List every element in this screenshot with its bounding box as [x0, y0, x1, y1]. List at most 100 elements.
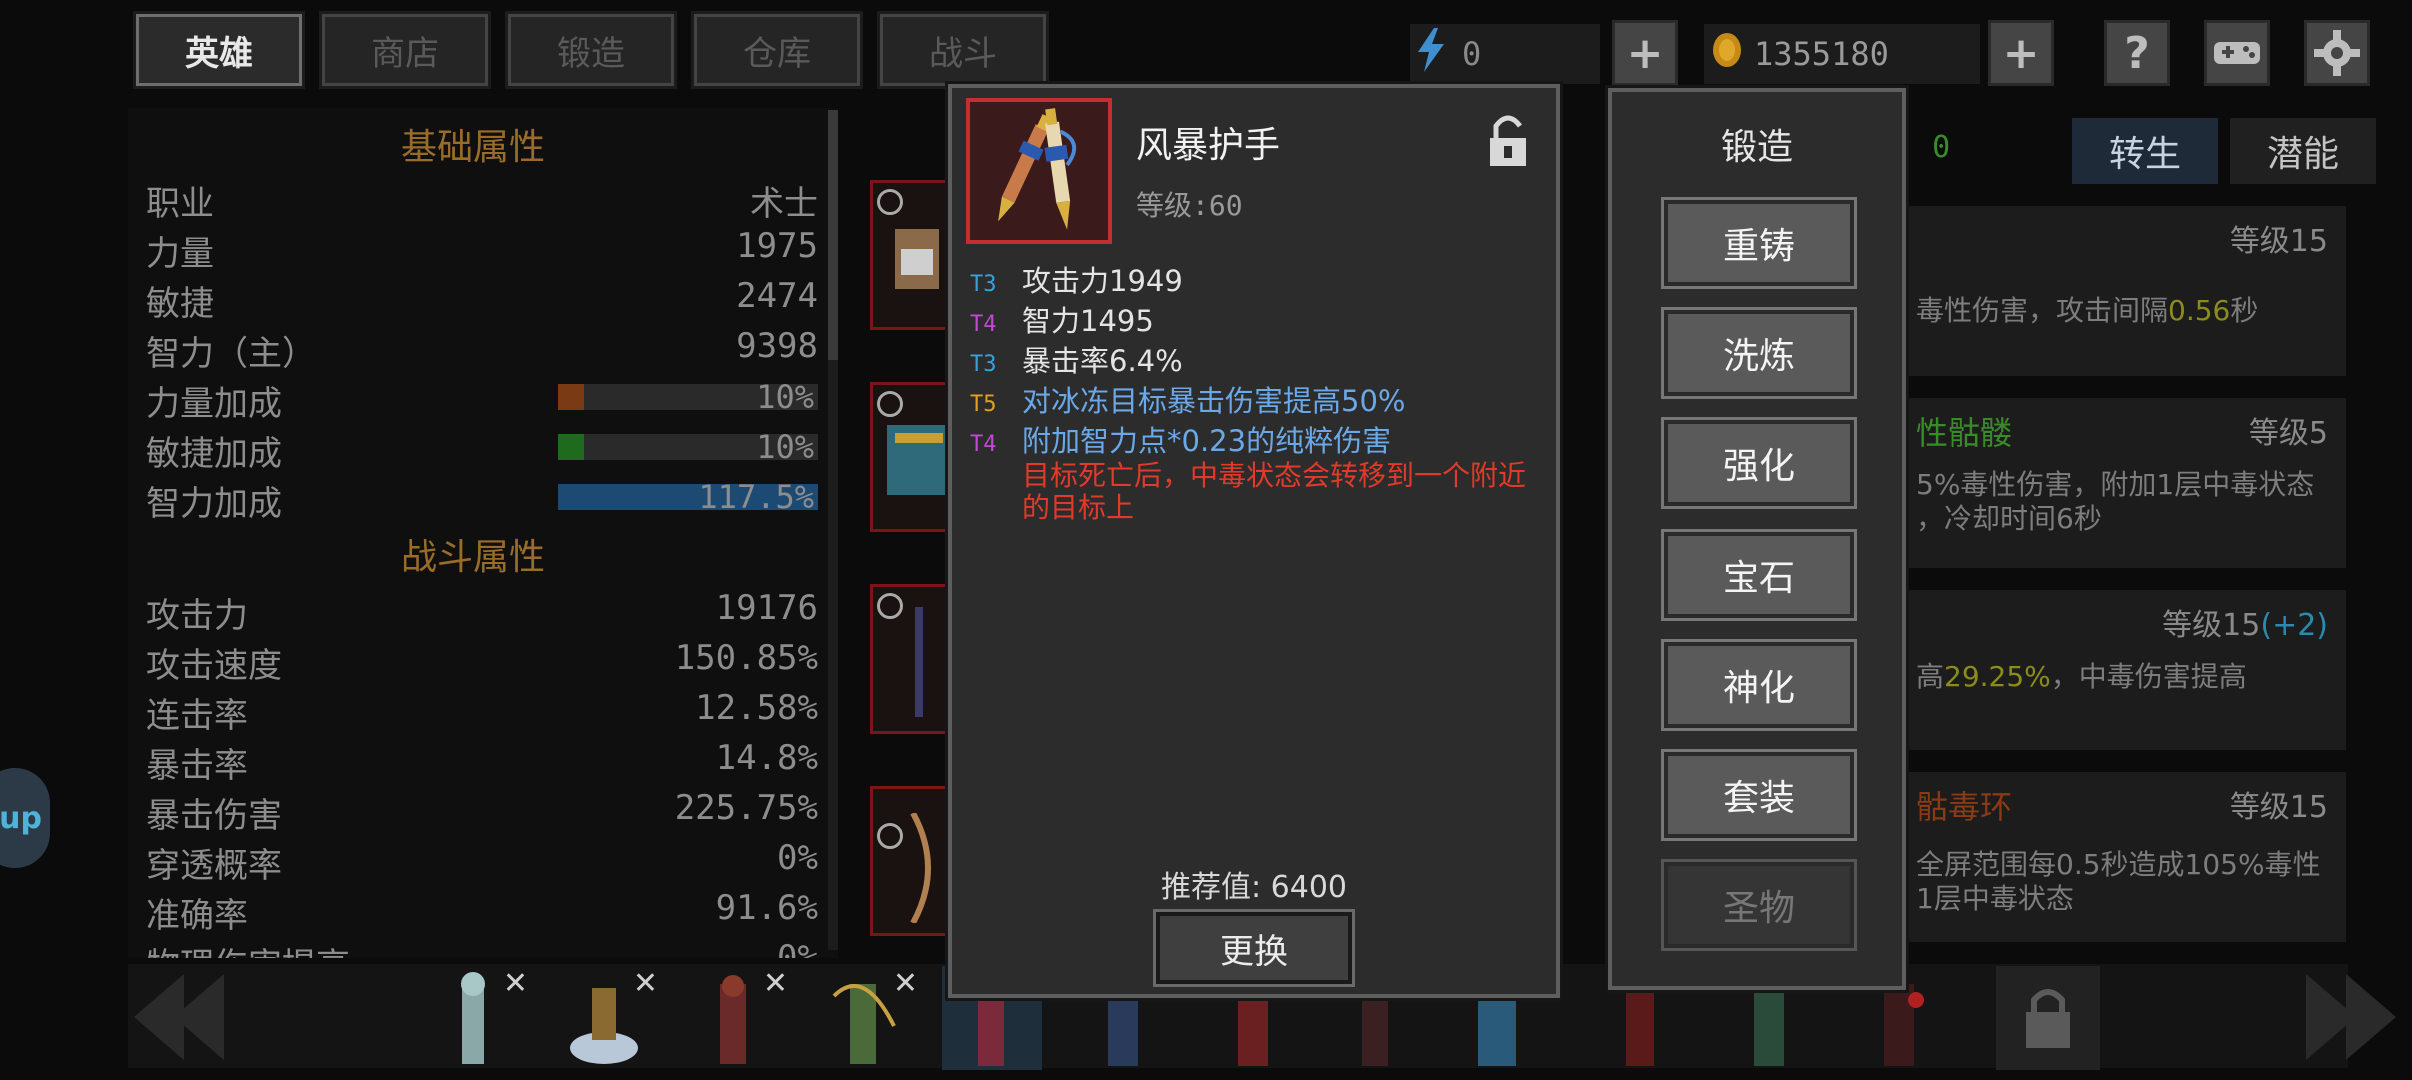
hero-portrait[interactable]: ✕ [564, 966, 660, 1070]
affix-tier: T4 [970, 312, 997, 337]
affix-row: T3 暴击率6.4% [970, 338, 1183, 378]
stat-label: 攻击力 [146, 596, 248, 636]
skill-name: 骷毒环 [1916, 788, 2013, 826]
tab-hero[interactable]: 英雄 [133, 11, 305, 89]
tab-battle[interactable]: 战斗 [877, 11, 1049, 89]
bonus-bar: 10% [558, 428, 818, 466]
tab-warehouse[interactable]: 仓库 [691, 11, 863, 89]
item-name: 风暴护手 [1136, 125, 1281, 166]
affix-tier: T5 [970, 392, 997, 417]
stat-label: 智力加成 [146, 484, 282, 524]
stat-label: 敏捷加成 [146, 434, 282, 474]
tab-shop[interactable]: 商店 [319, 11, 491, 89]
add-energy-button[interactable]: + [1612, 20, 1678, 86]
stat-value: 0% [777, 838, 818, 878]
stat-value: 14.8% [715, 738, 818, 778]
stat-value: 225.75% [674, 788, 818, 828]
skill-card[interactable]: 等级15(+2) 高29.25%，中毒伤害提高 [1906, 590, 2346, 750]
affix-text: 攻击力1949 [1022, 264, 1183, 298]
locked-hero-slot[interactable] [1996, 966, 2100, 1070]
stat-label: 连击率 [146, 696, 248, 736]
stat-label: 职业 [146, 184, 214, 224]
lock-icon [2026, 989, 2070, 1048]
unlock-icon[interactable] [1486, 112, 1530, 172]
question-icon[interactable]: ? [2104, 20, 2170, 86]
stat-row-agility: 敏捷 2474 [146, 272, 818, 324]
enhance-button[interactable]: 强化 [1661, 417, 1857, 509]
skill-card[interactable]: 骷毒环 等级15 全屏范围每0.5秒造成105%毒性 1层中毒状态 [1906, 772, 2346, 942]
bonus-value: 10% [756, 428, 814, 466]
bonus-row-strength: 力量加成 10% [146, 372, 818, 424]
gem-button[interactable]: 宝石 [1661, 529, 1857, 621]
arrow-right-icon[interactable] [2300, 968, 2396, 1066]
item-icon-frame [966, 98, 1112, 244]
stat-label: 敏捷 [146, 284, 214, 324]
energy-display: 0 [1410, 24, 1600, 84]
stat-value: 0% [777, 938, 818, 958]
stat-label: 穿透概率 [146, 846, 282, 886]
stat-value: 9398 [736, 326, 818, 366]
affix-row: T3 攻击力1949 [970, 258, 1183, 298]
stat-row-strength: 力量 1975 [146, 222, 818, 274]
affix-tier: T3 [970, 272, 997, 297]
add-gold-button[interactable]: + [1988, 20, 2054, 86]
skill-desc: 高29.25%，中毒伤害提高 [1916, 660, 2247, 693]
stat-label: 力量 [146, 234, 214, 274]
gauntlet-icon [998, 108, 1077, 230]
stat-label: 准确率 [146, 896, 248, 936]
bonus-value: 10% [756, 378, 814, 416]
affix-text: 对冰冻目标暴击伤害提高50% [1022, 384, 1406, 418]
stats-panel: 基础属性 职业 术士 力量 1975 敏捷 2474 智力（主） 9398 力量… [128, 108, 838, 958]
deify-button[interactable]: 神化 [1661, 639, 1857, 731]
stat-row-combo-rate: 连击率 12.58% [146, 684, 818, 736]
bonus-bar: 117.5% [558, 478, 818, 516]
bonus-bar-fill [558, 384, 584, 410]
affix-text: 暴击率6.4% [1022, 344, 1183, 378]
tab-rebirth[interactable]: 转生 [2072, 118, 2218, 184]
stat-value: 1975 [736, 226, 818, 266]
skill-card[interactable]: 等级15 毒性伤害，攻击间隔0.56秒 [1906, 206, 2346, 376]
tab-forge[interactable]: 锻造 [505, 11, 677, 89]
stat-label: 智力（主） [146, 334, 316, 374]
hero-portrait[interactable]: ✕ [824, 966, 920, 1070]
replace-button[interactable]: 更换 [1153, 909, 1355, 987]
stat-value: 术士 [750, 184, 818, 224]
stat-row-accuracy: 准确率 91.6% [146, 884, 818, 936]
side-tab[interactable]: up [0, 768, 50, 868]
hero-portrait[interactable]: ✕ [434, 966, 530, 1070]
stats-scrollbar[interactable] [828, 110, 838, 950]
skill-desc: 毒性伤害，攻击间隔0.56秒 [1916, 294, 2259, 327]
skill-level: 等级15 [2229, 790, 2328, 825]
gamepad-icon[interactable] [2204, 20, 2270, 86]
stat-label: 物理伤害提高 [146, 938, 350, 958]
stat-row-intelligence: 智力（主） 9398 [146, 322, 818, 374]
bonus-bar: 10% [558, 378, 818, 416]
stat-row-crit-damage: 暴击伤害 225.75% [146, 784, 818, 836]
affix-tier: T3 [970, 352, 997, 377]
tab-potential[interactable]: 潜能 [2230, 118, 2376, 184]
skill-level: 等级5 [2248, 416, 2328, 451]
gear-icon[interactable] [2304, 20, 2370, 86]
affix-text: 附加智力点*0.23的纯粹伤害 [1022, 424, 1392, 458]
bonus-bar-fill [558, 434, 584, 460]
gold-display: 1355180 [1704, 24, 1980, 84]
item-special-effect: 目标死亡后，中毒状态会转移到一个附近的目标上 [1022, 459, 1527, 524]
skill-desc: 全屏范围每0.5秒造成105%毒性 1层中毒状态 [1916, 848, 2321, 915]
reforge-button[interactable]: 洗炼 [1661, 307, 1857, 399]
arrow-left-icon[interactable] [134, 968, 230, 1066]
stat-value: 150.85% [674, 638, 818, 678]
recommend-value: 推荐值: 6400 [1161, 870, 1347, 905]
recast-button[interactable]: 重铸 [1661, 197, 1857, 289]
hero-portrait[interactable]: ✕ [694, 966, 790, 1070]
affix-tier: T4 [970, 432, 997, 457]
relic-button[interactable]: 圣物 [1661, 859, 1857, 951]
stat-value: 12.58% [695, 688, 818, 728]
set-button[interactable]: 套装 [1661, 749, 1857, 841]
stat-row-attack: 攻击力 19176 [146, 584, 818, 636]
skill-card[interactable]: 性骷髅 等级5 5%毒性伤害，附加1层中毒状态 ，冷却时间6秒 [1906, 398, 2346, 568]
skill-level: 等级15(+2) [2162, 608, 2328, 643]
stat-value: 19176 [715, 588, 818, 628]
item-detail-popup: 风暴护手 等级:60 T3 攻击力1949 T4 智力1495 T3 暴击率6.4% … [945, 81, 1563, 1001]
affix-text: 智力1495 [1022, 304, 1154, 338]
stat-value: 91.6% [715, 888, 818, 928]
